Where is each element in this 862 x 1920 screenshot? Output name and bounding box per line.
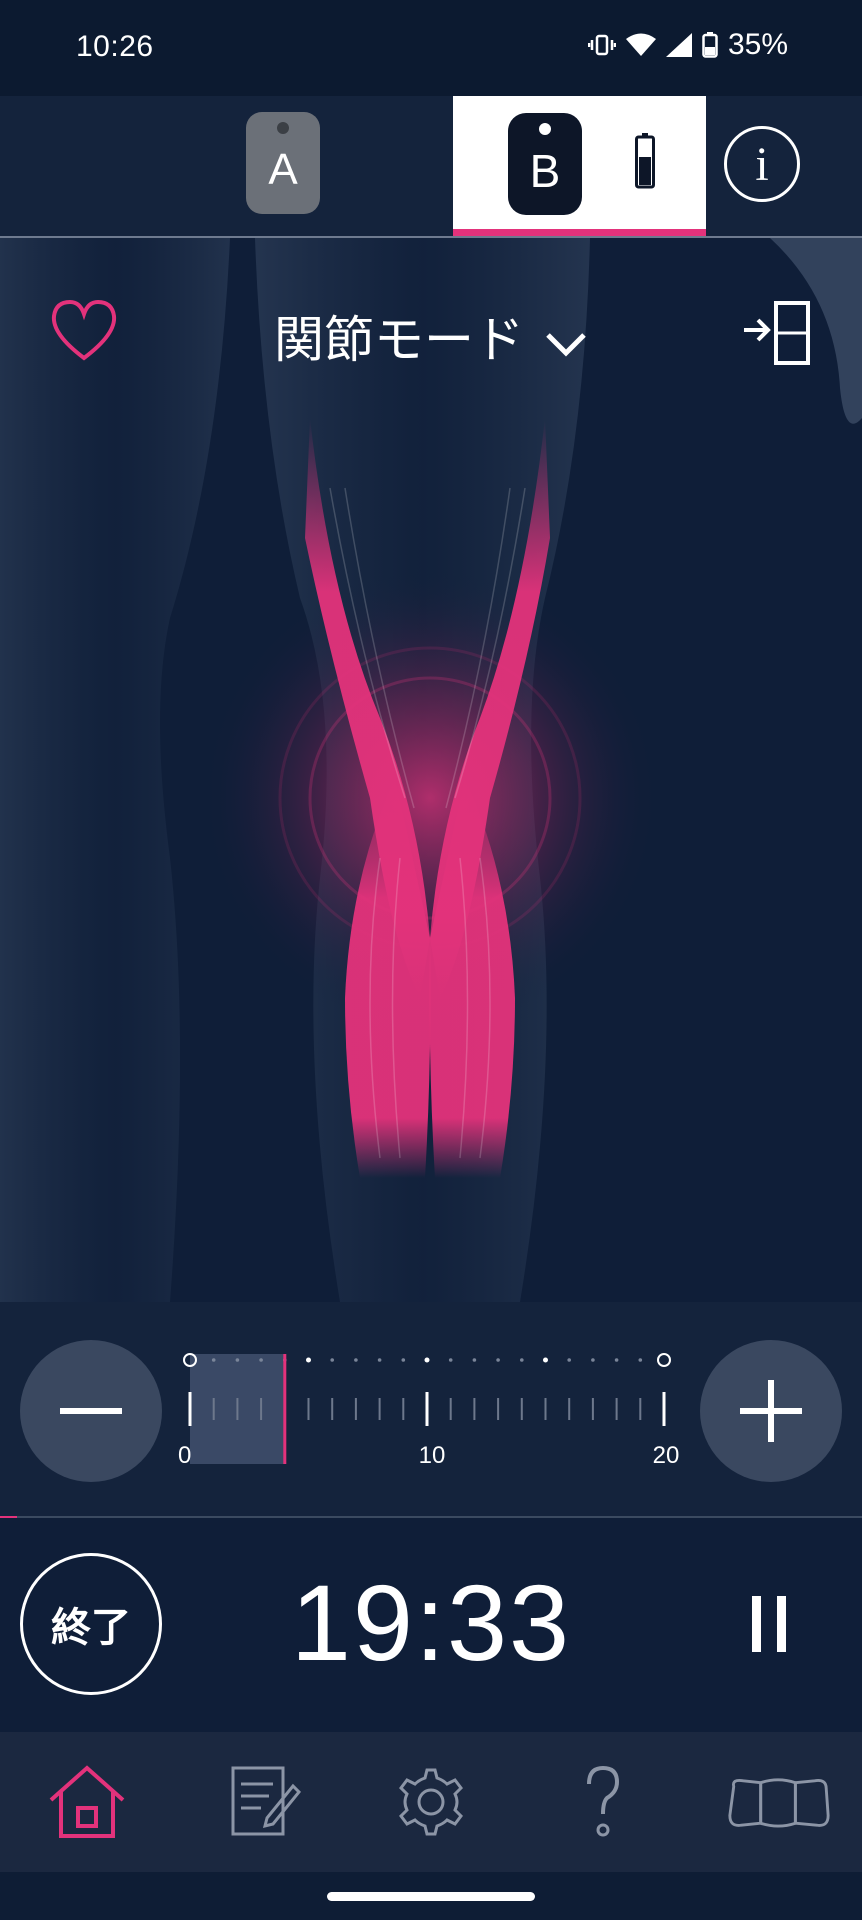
body-illustration [0, 238, 862, 1302]
scale-dot [448, 1358, 453, 1362]
pads-icon [728, 1778, 830, 1828]
scale-dot [543, 1357, 548, 1363]
home-indicator[interactable] [327, 1892, 535, 1901]
minus-icon [60, 1408, 122, 1414]
nav-help[interactable] [558, 1760, 648, 1844]
pause-icon-bar-left [752, 1596, 761, 1652]
device-b-label: B [529, 145, 561, 197]
status-time: 10:26 [76, 30, 154, 63]
mode-selector[interactable]: 関節モード [0, 300, 862, 372]
device-b-hole [539, 123, 551, 135]
pause-icon-bar-right [777, 1596, 786, 1652]
device-b-tab[interactable]: B [453, 96, 706, 236]
scale-dot [638, 1358, 643, 1362]
intensity-scale[interactable]: 0 10 20 [176, 1340, 686, 1480]
decrease-button[interactable] [20, 1340, 162, 1482]
scale-dot [520, 1358, 524, 1362]
increase-button[interactable] [700, 1340, 842, 1482]
selected-tab-indicator [453, 229, 706, 236]
status-icons: 35% [587, 28, 788, 62]
scale-dot [496, 1358, 500, 1362]
scale-label-mid: 10 [418, 1442, 446, 1469]
nav-home[interactable] [42, 1760, 132, 1844]
scale-dot [377, 1358, 382, 1362]
wifi-icon [625, 33, 656, 56]
nav-settings[interactable] [386, 1760, 476, 1844]
scale-label-min: 0 [178, 1442, 192, 1469]
settings-icon [399, 1768, 463, 1836]
battery-icon [635, 133, 655, 189]
vibrate-icon [587, 34, 616, 56]
chevron-down-icon [546, 333, 586, 357]
nav-record[interactable] [214, 1760, 304, 1844]
scale-label-max: 20 [652, 1442, 680, 1469]
scale-dot [424, 1357, 430, 1363]
device-a-label: A [268, 145, 298, 194]
scale-dot [591, 1358, 595, 1362]
help-icon [587, 1765, 620, 1837]
device-a-button[interactable]: A [246, 112, 320, 214]
pause-button[interactable] [752, 1596, 786, 1652]
scale-dot [472, 1358, 477, 1362]
signal-icon [665, 33, 692, 57]
scale-dot [259, 1358, 263, 1362]
scale-end-marker [657, 1353, 671, 1367]
legs-illustration [0, 238, 862, 1302]
record-icon [231, 1766, 301, 1836]
info-button[interactable]: i [724, 126, 800, 202]
scale-dot [211, 1358, 216, 1362]
scale-dot [401, 1358, 406, 1362]
scale-dot [330, 1358, 334, 1362]
status-bar: 10:26 35% [0, 0, 862, 96]
battery-percent: 35% [727, 28, 788, 61]
plus-icon [740, 1380, 802, 1442]
device-b-button[interactable]: B [508, 113, 582, 215]
scale-dot [614, 1358, 619, 1362]
scale-dot [235, 1358, 240, 1362]
scale-dot [306, 1357, 311, 1363]
session-timer: 19:33 [290, 1562, 572, 1683]
device-a-hole [277, 122, 289, 134]
nav-pads[interactable] [726, 1760, 832, 1844]
mode-title-text: 関節モード [274, 312, 525, 368]
scale-dot [354, 1358, 358, 1362]
info-icon: i [755, 137, 769, 191]
exit-icon[interactable] [742, 300, 812, 366]
battery-status-icon [702, 32, 718, 58]
scale-dot [567, 1358, 571, 1362]
home-icon [49, 1765, 125, 1838]
